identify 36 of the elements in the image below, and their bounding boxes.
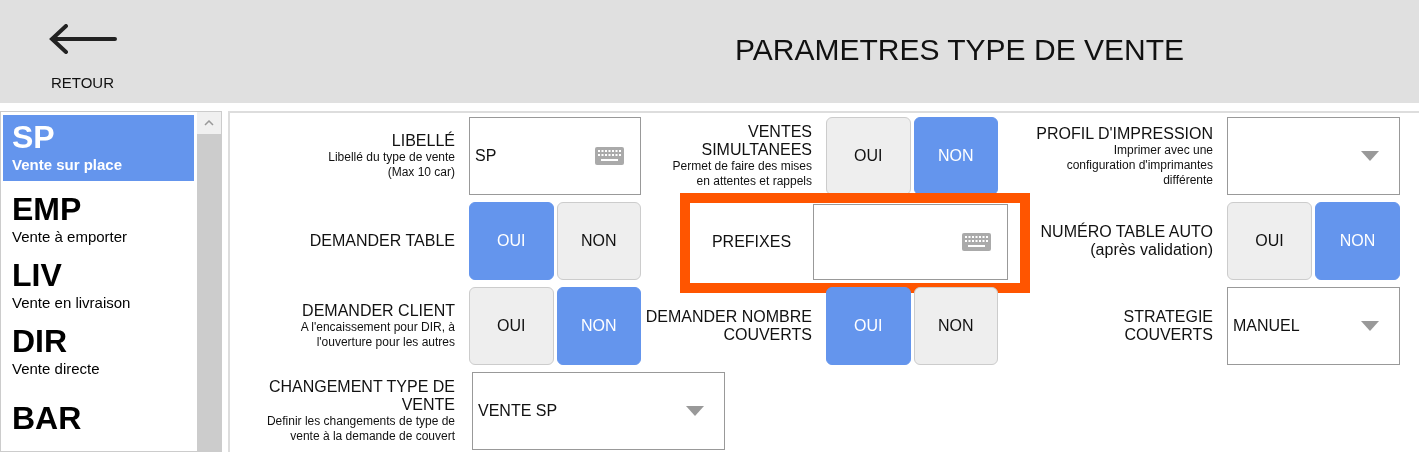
setting-label: VENTES SIMULTANEES: [701, 123, 812, 159]
toggle-button[interactable]: OUI: [826, 117, 911, 195]
text-field[interactable]: [813, 203, 1008, 280]
setting-label: DEMANDER CLIENT: [302, 302, 455, 320]
setting-label: STRATEGIE COUVERTS: [1123, 308, 1213, 344]
caret-up-icon: [204, 120, 214, 126]
toggle-button[interactable]: NON: [556, 202, 641, 280]
setting-label: LIBELLÉ: [391, 132, 455, 150]
dropdown-caret-icon: [1361, 321, 1379, 331]
field-label: PREFIXES: [710, 231, 793, 252]
keyboard-icon[interactable]: [962, 232, 991, 251]
scroll-up-button[interactable]: [197, 112, 221, 134]
setting-description: Imprimer avec une configuration d'imprimantes différente: [1066, 142, 1213, 188]
text-field[interactable]: SP: [469, 117, 641, 195]
back-arrow-icon: [48, 24, 117, 54]
setting-label: DEMANDER NOMBRE COUVERTS: [645, 308, 812, 344]
keyboard-icon[interactable]: [595, 147, 624, 165]
scrollbar[interactable]: [197, 112, 221, 451]
setting-description: Libellé du type de vente (Max 10 car): [328, 150, 455, 180]
setting-description: A l'encaissement pour DIR, à l'ouverture pour les autres: [300, 320, 455, 350]
dropdown[interactable]: [1227, 117, 1400, 195]
dropdown[interactable]: VENTE SP: [472, 372, 725, 450]
setting-label: PROFIL D'IMPRESSION: [1036, 124, 1213, 143]
toggle-button[interactable]: NON: [913, 287, 998, 365]
dropdown-caret-icon: [686, 406, 704, 416]
toggle-button[interactable]: OUI: [1227, 202, 1312, 280]
setting-label: NUMÉRO TABLE AUTO (après validation): [1040, 223, 1213, 259]
dropdown-caret-icon: [1361, 151, 1379, 161]
setting-label: DEMANDER TABLE: [309, 232, 455, 250]
back-button[interactable]: RETOUR: [40, 18, 125, 96]
dropdown[interactable]: MANUEL: [1227, 287, 1400, 365]
toggle-button[interactable]: OUI: [469, 287, 554, 365]
setting-description: Definir les changements de type de vente à la demande de couvert: [266, 414, 455, 444]
setting-description: Permet de faire des mises en attentes et rappels: [672, 159, 812, 189]
page-title: PARAMETRES TYPE DE VENTE: [734, 32, 1185, 68]
setting-label: CHANGEMENT TYPE DE VENTE: [268, 378, 455, 414]
